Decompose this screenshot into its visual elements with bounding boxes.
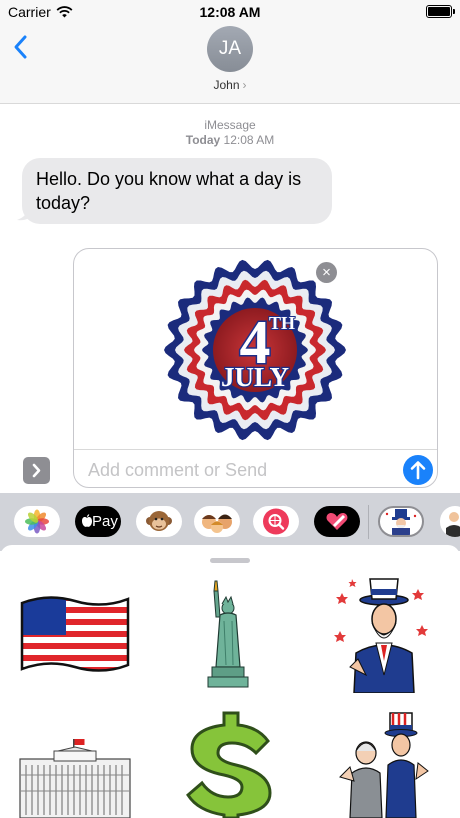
white-house-sticker[interactable] (18, 735, 132, 818)
sticker-panel (0, 545, 460, 818)
memoji-icon (202, 514, 232, 533)
send-button[interactable] (403, 455, 433, 485)
sticker-superscript: TH (269, 313, 295, 333)
more-app-icon[interactable] (440, 506, 460, 537)
app-drawer: Pay (0, 493, 460, 551)
dollar-sign-sticker[interactable] (184, 711, 276, 818)
contact-name: John (213, 78, 240, 92)
apple-icon (82, 514, 92, 527)
expand-button[interactable] (23, 457, 50, 484)
animoji-app-icon[interactable] (136, 506, 182, 537)
conversation-header: JA John › (0, 24, 460, 104)
apple-pay-label: Pay (92, 513, 118, 530)
photos-icon (25, 509, 49, 534)
founders-sticker[interactable] (336, 711, 432, 818)
fourth-of-july-sticker[interactable]: 4 TH JULY (160, 255, 350, 445)
comment-input[interactable] (88, 457, 388, 483)
arrow-up-icon (410, 461, 426, 480)
drawer-separator (368, 505, 369, 539)
globe-search-icon (263, 508, 289, 535)
chevron-left-icon (14, 35, 27, 59)
compose-field: 4 TH JULY × (73, 248, 438, 488)
contact-name-button[interactable]: John › (0, 78, 460, 92)
uncle-sam-sticker[interactable] (332, 575, 432, 693)
compose-divider (74, 449, 437, 450)
status-bar: Carrier 12:08 AM (0, 0, 460, 24)
remove-sticker-button[interactable]: × (316, 262, 337, 283)
uncle-sam-icon (385, 509, 417, 535)
status-time: 12:08 AM (199, 4, 261, 20)
july-4th-sticker-app-icon[interactable] (378, 506, 424, 537)
incoming-message-bubble[interactable]: Hello. Do you know what a day is today? (22, 158, 332, 224)
conversation-meta: iMessage Today 12:08 AM (0, 118, 460, 148)
panel-grabber[interactable] (210, 558, 250, 563)
timestamp-time: 12:08 AM (223, 133, 275, 147)
person-icon (446, 512, 460, 537)
timestamp-day: Today (185, 133, 221, 147)
contact-avatar[interactable]: JA (207, 26, 253, 72)
heart-icon (326, 513, 348, 530)
sticker-word: JULY (221, 362, 289, 392)
apple-pay-app-icon[interactable]: Pay (75, 506, 121, 537)
photos-app-icon[interactable] (14, 506, 60, 537)
timestamp: Today 12:08 AM (0, 133, 460, 148)
image-search-app-icon[interactable] (253, 506, 299, 537)
chevron-right-icon (32, 463, 41, 478)
battery-icon (426, 5, 455, 18)
memoji-app-icon[interactable] (194, 506, 240, 537)
digital-touch-app-icon[interactable] (314, 506, 360, 537)
close-icon: × (322, 264, 331, 281)
chevron-right-icon: › (242, 78, 247, 92)
american-flag-sticker[interactable] (18, 593, 132, 677)
service-label: iMessage (204, 118, 256, 132)
monkey-icon (146, 511, 172, 531)
back-button[interactable] (10, 32, 34, 62)
statue-of-liberty-sticker[interactable] (202, 577, 258, 695)
